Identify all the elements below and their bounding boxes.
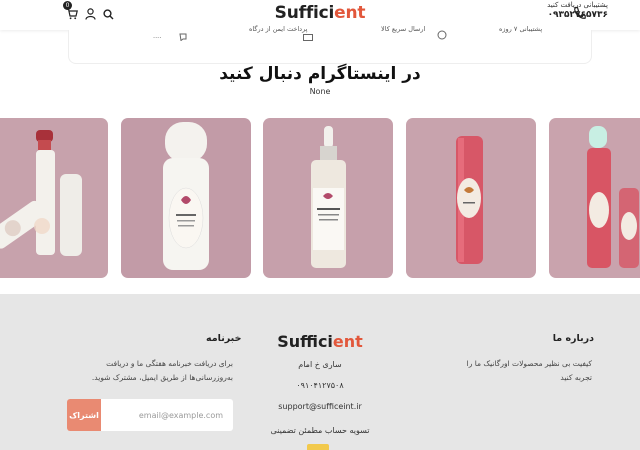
feature-item: پرداخت ایمن از درگاه xyxy=(249,25,308,33)
instagram-tile[interactable] xyxy=(263,118,393,278)
feature-item: ارسال سریع کالا xyxy=(381,25,426,33)
newsletter-title: خبرنامه xyxy=(206,333,242,344)
logo-accent-text: ent xyxy=(334,3,366,23)
card-icon xyxy=(303,26,313,45)
mint-lip-balm-photo xyxy=(549,118,640,278)
feature-icon xyxy=(179,26,187,45)
subscribe-button[interactable]: اشتراک xyxy=(67,399,101,431)
serum-dropper-photo xyxy=(263,118,393,278)
newsletter-email-input[interactable] xyxy=(103,399,227,431)
site-footer: درباره ما کیفیت بی نظیر محصولات اورگانیک… xyxy=(0,294,640,450)
newsletter-form: اشتراک xyxy=(67,399,233,431)
phone-icon xyxy=(572,6,586,22)
instagram-subtitle: None xyxy=(309,87,331,96)
trust-badge[interactable] xyxy=(307,444,329,450)
truck-icon xyxy=(437,25,447,44)
features-strip: .... پرداخت ایمن از درگاه ارسال سریع کال… xyxy=(68,25,592,64)
feature-item: پشتیبانی ۷ روزه xyxy=(499,25,543,33)
logo-main-text: Suffici xyxy=(274,3,335,23)
feature-item: .... xyxy=(153,32,162,40)
footer-logo-accent: ent xyxy=(332,332,363,351)
red-lip-balm-photo xyxy=(406,118,536,278)
top-header: 0 Sufficient پشتیبانی دریافت کنید ۰۹۳۵۲۷… xyxy=(0,0,640,30)
roll-on-bottle-photo xyxy=(121,118,251,278)
instagram-tile[interactable] xyxy=(549,118,640,278)
instagram-tile[interactable] xyxy=(0,118,108,278)
instagram-title: در اینستاگرام دنبال کنید xyxy=(219,64,421,84)
lipstick-photo xyxy=(0,118,108,278)
instagram-tile[interactable] xyxy=(406,118,536,278)
instagram-tile[interactable] xyxy=(121,118,251,278)
footer-logo[interactable]: Sufficient xyxy=(0,332,640,351)
site-logo[interactable]: Sufficient xyxy=(0,3,640,23)
footer-logo-main: Suffici xyxy=(277,332,333,351)
newsletter-text: برای دریافت خبرنامه هفتگی ما و دریافت به… xyxy=(91,359,233,382)
